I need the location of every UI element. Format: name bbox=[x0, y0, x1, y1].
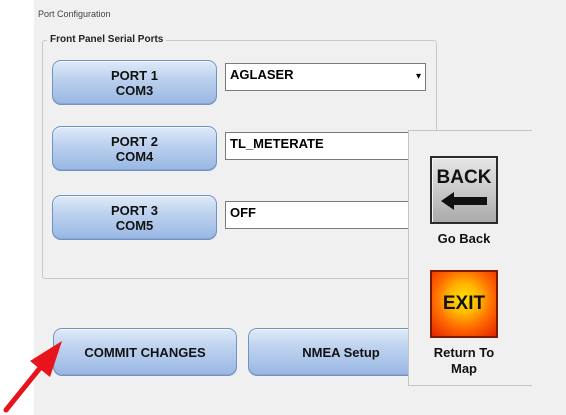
port-2-device-select[interactable]: TL_METERATE ▾ bbox=[225, 132, 426, 160]
group-label: Front Panel Serial Ports bbox=[47, 34, 167, 45]
port-3-device-select[interactable]: OFF ▾ bbox=[225, 201, 426, 229]
com-label: COM5 bbox=[115, 217, 154, 233]
port-label: PORT 2 bbox=[111, 133, 158, 149]
return-to-map-caption: Return To Map bbox=[420, 345, 508, 377]
caption-line: Return To bbox=[433, 345, 495, 360]
port-2-button[interactable]: PORT 2 COM4 bbox=[52, 126, 217, 171]
port-label: PORT 1 bbox=[111, 67, 158, 83]
caption-line: Map bbox=[451, 361, 477, 376]
port-1-button[interactable]: PORT 1 COM3 bbox=[52, 60, 217, 105]
left-arrow-icon bbox=[441, 192, 487, 210]
com-label: COM3 bbox=[115, 82, 154, 98]
port-1-device-select[interactable]: AGLASER ▾ bbox=[225, 63, 426, 91]
port-label: PORT 3 bbox=[111, 202, 158, 218]
exit-button[interactable]: EXIT bbox=[430, 270, 498, 338]
port-3-button[interactable]: PORT 3 COM5 bbox=[52, 195, 217, 240]
commit-changes-button[interactable]: COMMIT CHANGES bbox=[53, 328, 237, 376]
back-button-label: BACK bbox=[436, 167, 492, 188]
com-label: COM4 bbox=[115, 148, 154, 164]
red-pointer-arrow-icon bbox=[3, 341, 62, 413]
go-back-caption: Go Back bbox=[437, 231, 491, 246]
exit-button-label: EXIT bbox=[442, 293, 486, 314]
selected-value: OFF bbox=[230, 205, 256, 220]
selected-value: AGLASER bbox=[230, 67, 294, 82]
window-title: Port Configuration bbox=[38, 9, 111, 19]
selected-value: TL_METERATE bbox=[230, 136, 324, 151]
nmea-setup-button[interactable]: NMEA Setup bbox=[248, 328, 434, 376]
back-button[interactable]: BACK bbox=[430, 156, 498, 224]
dropdown-arrow-icon[interactable]: ▾ bbox=[415, 70, 422, 84]
